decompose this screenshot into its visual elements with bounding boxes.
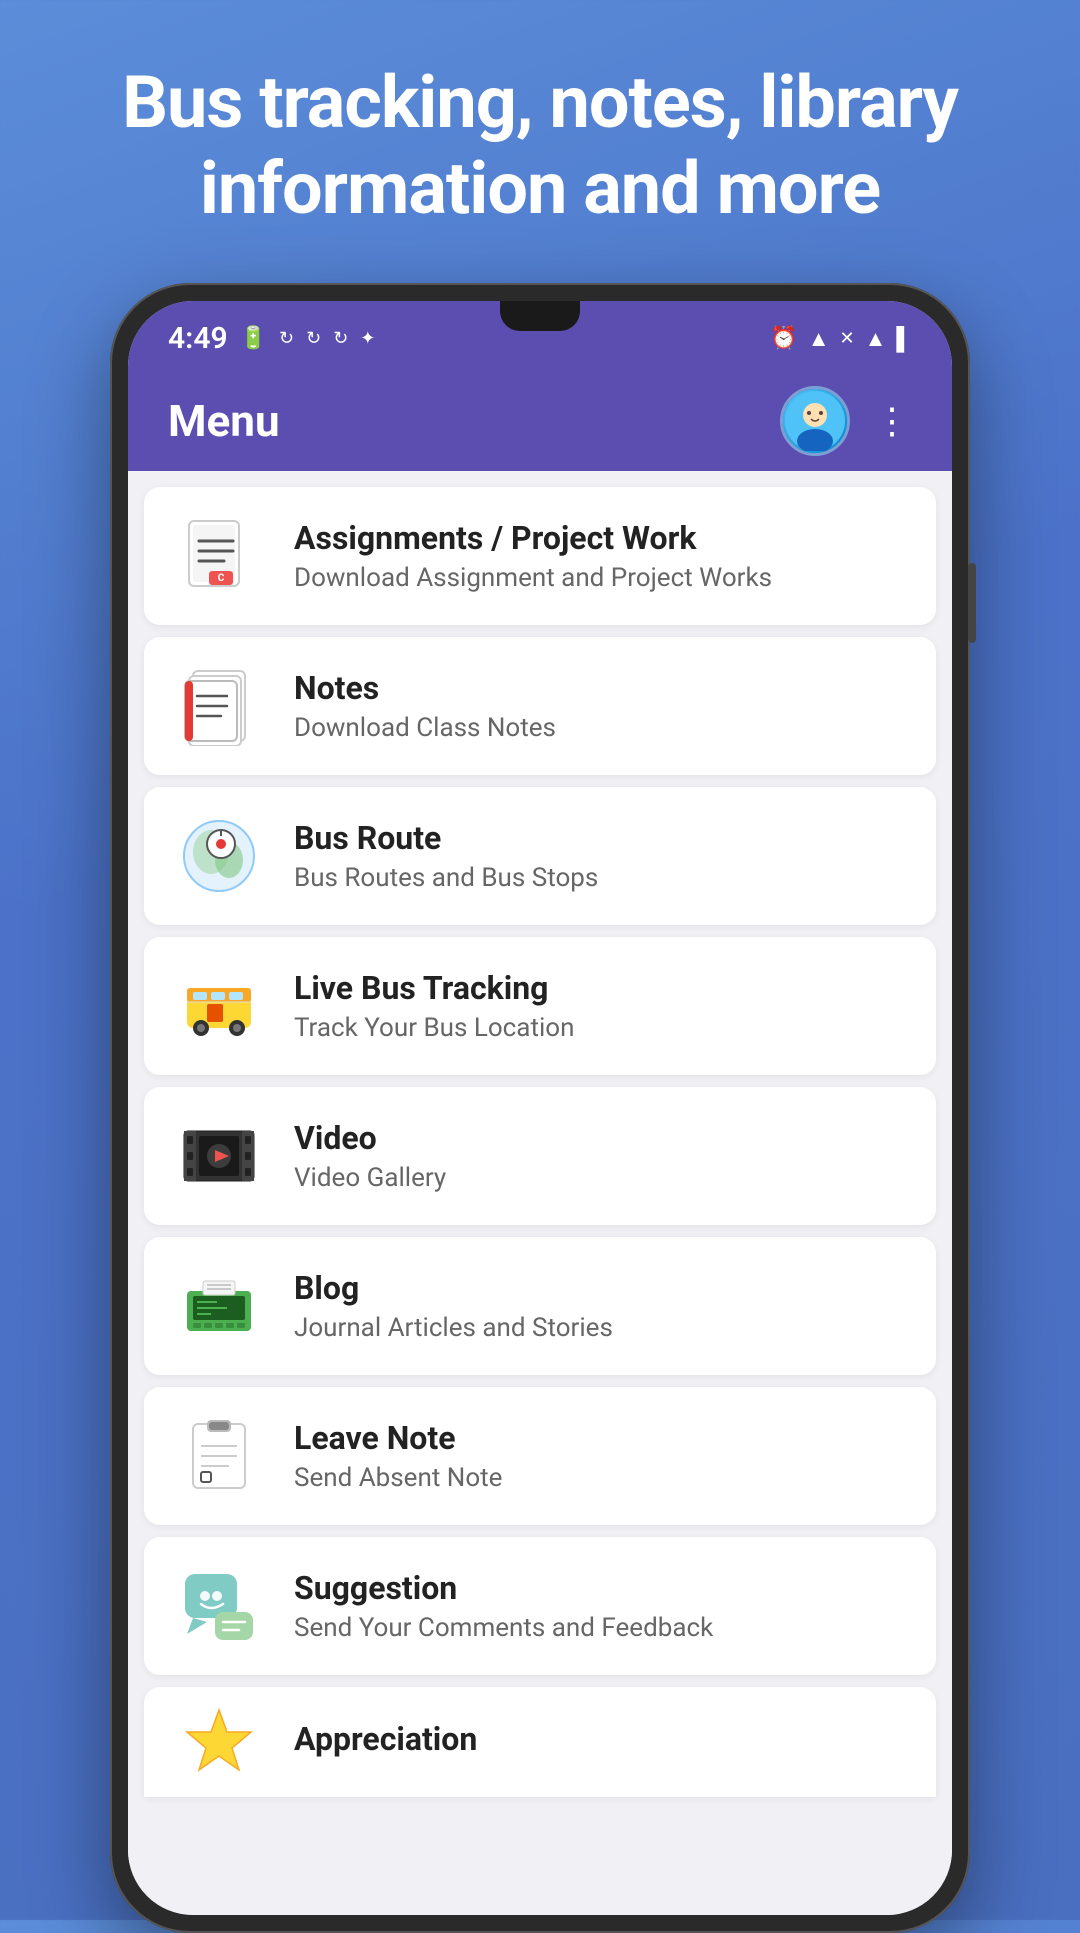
live-bus-subtitle: Track Your Bus Location [294,1013,906,1043]
menu-item-appreciation[interactable]: Appreciation [144,1687,936,1797]
more-options-icon[interactable]: ⋮ [874,403,912,439]
blog-title: Blog [294,1269,906,1307]
sync-icon2: ↻ [306,328,321,349]
suggestion-text: Suggestion Send Your Comments and Feedba… [294,1569,906,1643]
assignments-subtitle: Download Assignment and Project Works [294,563,906,593]
leave-icon [179,1416,259,1496]
leave-icon-wrap [174,1411,264,1501]
suggestion-subtitle: Send Your Comments and Feedback [294,1613,906,1643]
leave-text: Leave Note Send Absent Note [294,1419,906,1493]
menu-list: C Assignments / Project Work Download As… [128,471,952,1915]
appreciation-icon [179,1702,259,1782]
bus-route-icon [179,816,259,896]
status-left: 4:49 🔋 ↻ ↻ ↻ ✦ [168,321,375,356]
live-bus-icon [179,966,259,1046]
status-time: 4:49 [168,321,228,356]
phone-screen: 4:49 🔋 ↻ ↻ ↻ ✦ ⏰ ▲ ✕ ▲ ▌ Menu [128,301,952,1915]
video-text: Video Video Gallery [294,1119,906,1193]
notes-icon-wrap [174,661,264,751]
suggestion-icon [179,1566,259,1646]
bus-route-subtitle: Bus Routes and Bus Stops [294,863,906,893]
menu-item-live-bus[interactable]: Live Bus Tracking Track Your Bus Locatio… [144,937,936,1075]
phone-frame: 4:49 🔋 ↻ ↻ ↻ ✦ ⏰ ▲ ✕ ▲ ▌ Menu [110,283,970,1933]
blog-text: Blog Journal Articles and Stories [294,1269,906,1343]
notes-icon [179,666,259,746]
status-icons-right: ⏰ ▲ ✕ ▲ ▌ [770,326,912,352]
live-bus-title: Live Bus Tracking [294,969,906,1007]
app-bar-right: ⋮ [780,386,912,456]
video-icon [179,1116,259,1196]
alarm-icon: ⏰ [770,326,797,351]
phone-wrapper: 4:49 🔋 ↻ ↻ ↻ ✦ ⏰ ▲ ✕ ▲ ▌ Menu [110,283,970,1933]
menu-item-bus-route[interactable]: Bus Route Bus Routes and Bus Stops [144,787,936,925]
hero-title: Bus tracking, notes, library information… [0,0,1080,283]
blog-icon [179,1266,259,1346]
bus-route-text: Bus Route Bus Routes and Bus Stops [294,819,906,893]
blog-icon-wrap [174,1261,264,1351]
app-bar-title: Menu [168,395,280,447]
signal-x-icon: ✕ [840,328,855,349]
suggestion-title: Suggestion [294,1569,906,1607]
user-avatar[interactable] [780,386,850,456]
menu-item-notes[interactable]: Notes Download Class Notes [144,637,936,775]
battery-icon: 🔋 [240,326,267,351]
menu-item-suggestion[interactable]: Suggestion Send Your Comments and Feedba… [144,1537,936,1675]
app-bar: Menu [128,371,952,471]
camera-notch [500,301,580,331]
assignments-icon-wrap: C [174,511,264,601]
video-icon-wrap [174,1111,264,1201]
volume-button [968,563,976,643]
avatar-svg [785,391,845,451]
slack-icon: ✦ [360,328,375,349]
blog-subtitle: Journal Articles and Stories [294,1313,906,1343]
live-bus-icon-wrap [174,961,264,1051]
assignments-text: Assignments / Project Work Download Assi… [294,519,906,593]
live-bus-text: Live Bus Tracking Track Your Bus Locatio… [294,969,906,1043]
notes-subtitle: Download Class Notes [294,713,906,743]
leave-subtitle: Send Absent Note [294,1463,906,1493]
appreciation-icon-wrap [174,1697,264,1787]
assignments-icon: C [179,516,259,596]
sync-icon3: ↻ [333,328,348,349]
menu-item-video[interactable]: Video Video Gallery [144,1087,936,1225]
bus-route-title: Bus Route [294,819,906,857]
appreciation-text: Appreciation [294,1720,906,1764]
sync-icon1: ↻ [279,328,294,349]
svg-text:C: C [218,573,225,584]
appreciation-title: Appreciation [294,1720,906,1758]
video-title: Video [294,1119,906,1157]
video-subtitle: Video Gallery [294,1163,906,1193]
leave-title: Leave Note [294,1419,906,1457]
assignments-title: Assignments / Project Work [294,519,906,557]
battery-full-icon: ▌ [896,326,912,352]
menu-item-assignments[interactable]: C Assignments / Project Work Download As… [144,487,936,625]
suggestion-icon-wrap [174,1561,264,1651]
notes-title: Notes [294,669,906,707]
menu-item-blog[interactable]: Blog Journal Articles and Stories [144,1237,936,1375]
wifi-icon: ▲ [808,326,830,352]
menu-item-leave[interactable]: Leave Note Send Absent Note [144,1387,936,1525]
notes-text: Notes Download Class Notes [294,669,906,743]
bus-route-icon-wrap [174,811,264,901]
avatar-image [783,389,847,453]
signal-icon: ▲ [865,326,887,352]
